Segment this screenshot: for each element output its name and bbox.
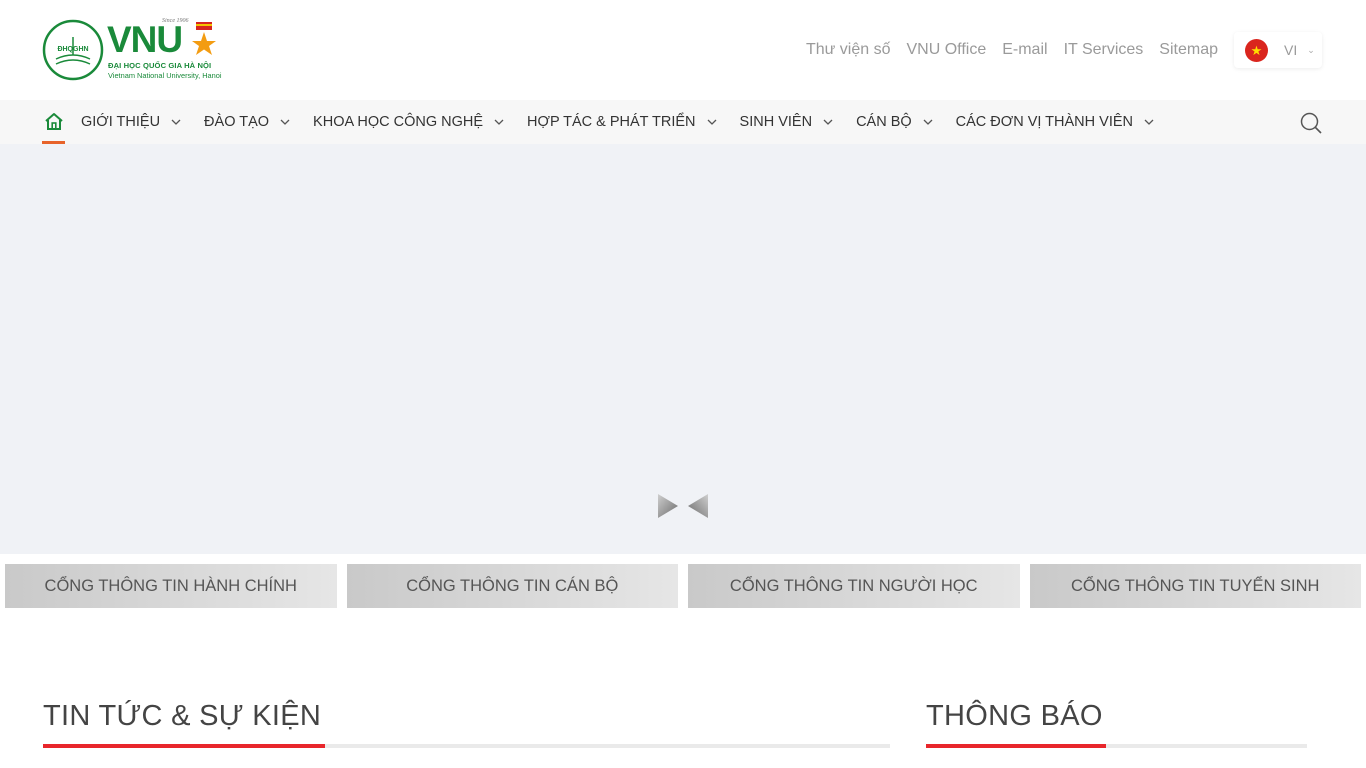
chevron-down-icon: ⌄ [1307,44,1315,55]
portal-hanh-chinh[interactable]: CỔNG THÔNG TIN HÀNH CHÍNH [5,564,337,608]
portal-links: CỔNG THÔNG TIN HÀNH CHÍNH CỔNG THÔNG TIN… [5,564,1361,608]
search-icon[interactable] [1299,111,1323,135]
nav-item-hop-tac-phat-trien[interactable]: HỢP TÁC & PHÁT TRIỂN [527,114,718,130]
nav-item-dao-tao[interactable]: ĐÀO TẠO [204,114,291,130]
nav-item-label: HỢP TÁC & PHÁT TRIỂN [527,114,696,130]
language-selector[interactable]: ★ VI ⌄ [1234,32,1322,68]
news-section-underline [43,744,890,748]
main-nav: GIỚI THIỆU ĐÀO TẠO KHOA HỌC CÔNG NGHỆ HỢ… [0,100,1366,144]
notice-section-underline [926,744,1307,748]
chevron-down-icon [1144,119,1154,125]
vnu-logo[interactable]: ĐHQGHN VNU Since 1906 ĐẠI HỌC QUỐC GIA H… [42,18,232,82]
chevron-down-icon [171,119,181,125]
star-medal-icon [192,22,216,55]
nav-item-label: CÁC ĐƠN VỊ THÀNH VIÊN [955,114,1133,130]
top-link-sitemap[interactable]: Sitemap [1159,40,1218,60]
nav-item-label: GIỚI THIỆU [81,114,161,130]
nav-item-label: CÁN BỘ [856,114,912,130]
logo-name-vn: ĐẠI HỌC QUỐC GIA HÀ NỘI [108,61,212,70]
site-header: ĐHQGHN VNU Since 1906 ĐẠI HỌC QUỐC GIA H… [0,0,1366,100]
nav-item-can-bo[interactable]: CÁN BỘ [856,114,934,130]
portal-tuyen-sinh[interactable]: CỔNG THÔNG TIN TUYỂN SINH [1029,564,1361,608]
logo-since: Since 1906 [162,18,189,24]
top-link-email[interactable]: E-mail [1002,40,1047,60]
home-icon [44,113,63,130]
chevron-down-icon [280,119,290,125]
chevron-down-icon [923,119,933,125]
vietnam-flag-icon: ★ [1245,38,1268,62]
top-link-vnu-office[interactable]: VNU Office [906,40,986,60]
nav-item-label: KHOA HỌC CÔNG NGHỆ [313,114,484,130]
slider-loading-icon [658,494,708,518]
nav-home[interactable] [42,100,65,144]
nav-item-cac-don-vi-thanh-vien[interactable]: CÁC ĐƠN VỊ THÀNH VIÊN [956,114,1155,130]
nav-item-gioi-thieu[interactable]: GIỚI THIỆU [81,114,182,130]
chevron-down-icon [494,119,504,125]
nav-item-khoa-hoc-cong-nghe[interactable]: KHOA HỌC CÔNG NGHỆ [313,114,505,130]
top-links: Thư viện số VNU Office E-mail IT Service… [806,40,1218,60]
nav-item-label: ĐÀO TẠO [204,114,270,130]
top-link-digital-library[interactable]: Thư viện số [806,40,891,60]
nav-item-label: SINH VIÊN [739,114,813,130]
chevron-down-icon [823,119,833,125]
language-code: VI [1284,42,1298,58]
portal-nguoi-hoc[interactable]: CỔNG THÔNG TIN NGƯỜI HỌC [688,564,1020,608]
news-section-title: TIN TỨC & SỰ KIỆN [43,700,322,732]
logo-name-en: Vietnam National University, Hanoi [108,71,222,80]
logo-wordmark: VNU [107,19,183,60]
portal-can-bo[interactable]: CỔNG THÔNG TIN CÁN BỘ [346,564,678,608]
vnu-emblem-icon: ĐHQGHN [42,19,104,81]
notice-section-title: THÔNG BÁO [926,700,1103,732]
top-link-it-services[interactable]: IT Services [1064,40,1144,60]
chevron-down-icon [707,119,717,125]
emblem-text: ĐHQGHN [57,46,88,53]
nav-item-sinh-vien[interactable]: SINH VIÊN [740,114,835,130]
